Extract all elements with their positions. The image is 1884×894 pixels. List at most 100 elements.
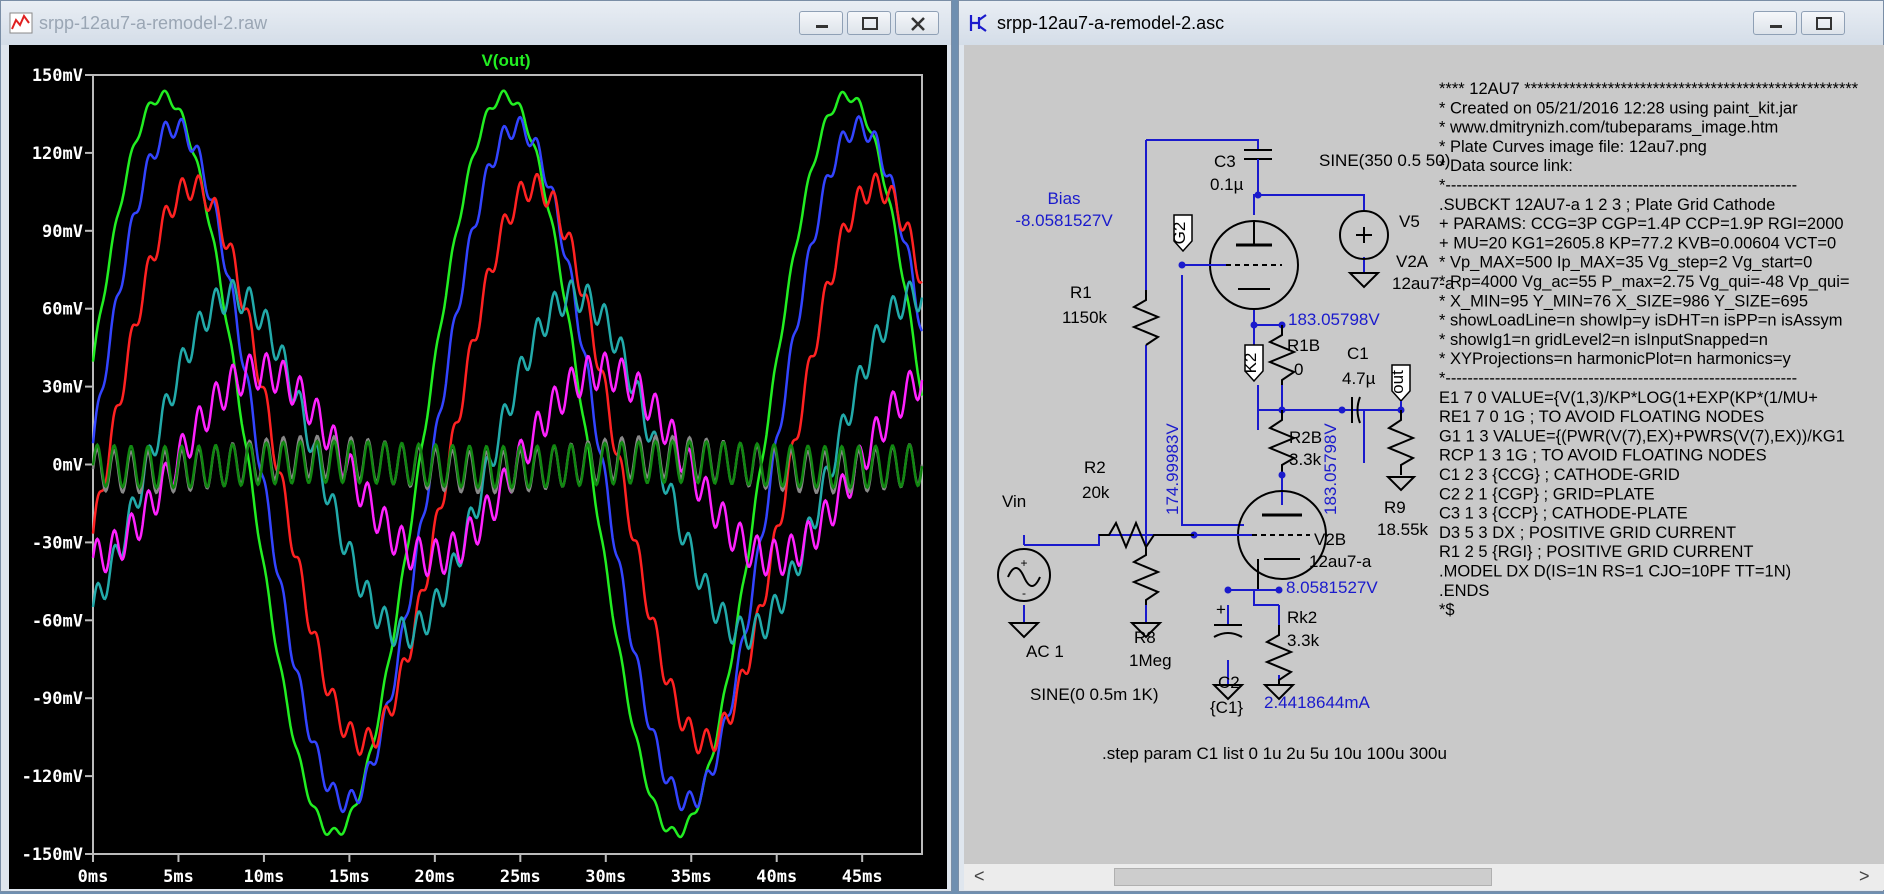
spice-line: RCP 1 3 1G ; TO AVOID FLOATING NODES: [1439, 447, 1767, 465]
out-net-label[interactable]: out: [1388, 364, 1411, 410]
v2a-tube[interactable]: [1182, 220, 1299, 310]
c3-capacitor[interactable]: [1244, 149, 1272, 168]
spice-line: * Plate Curves image file: 12au7.png: [1439, 138, 1707, 156]
spice-line: * showLoadLine=n showIp=y isDHT=n isPP=n…: [1439, 312, 1843, 330]
node-voltage-plate[interactable]: 183.05798V: [1288, 310, 1380, 329]
v5-source[interactable]: [1339, 210, 1389, 289]
k2-net-label[interactable]: K2: [1241, 344, 1264, 383]
schematic-titlebar[interactable]: srpp-12au7-a-remodel-2.asc: [959, 1, 1883, 45]
schematic-window[interactable]: srpp-12au7-a-remodel-2.asc G2 K2 out + -…: [958, 0, 1884, 892]
x-tick-label: 5ms: [163, 867, 194, 887]
scroll-left-icon[interactable]: <: [974, 866, 985, 887]
rk2-value: 3.3k: [1287, 631, 1320, 650]
vin-source[interactable]: + -: [997, 548, 1051, 639]
vin-ac-directive[interactable]: AC 1: [1026, 642, 1064, 661]
maximize-icon: [862, 17, 878, 30]
rk2-name: Rk2: [1287, 608, 1317, 627]
r8-resistor[interactable]: [1131, 545, 1161, 605]
schematic-window-title: srpp-12au7-a-remodel-2.asc: [997, 13, 1225, 33]
x-tick-label: 15ms: [329, 867, 370, 887]
spice-line: * Vp_MAX=500 Ip_MAX=35 Vg_step=2 Vg_star…: [1439, 254, 1812, 272]
vin-sine-directive[interactable]: SINE(0 0.5m 1K): [1030, 685, 1159, 704]
x-tick-label: 0ms: [78, 867, 109, 887]
plot-window[interactable]: srpp-12au7-a-remodel-2.raw V(out) 150mV 1…: [0, 0, 952, 892]
node-voltage-mid[interactable]: 183.05798V: [1321, 423, 1340, 515]
spice-line: RE1 7 0 1G ; TO AVOID FLOATING NODES: [1439, 408, 1764, 426]
x-tick-label: 25ms: [500, 867, 541, 887]
spice-line: * www.dmitrynizh.com/tubeparams_image.ht…: [1439, 119, 1778, 137]
minimize-icon: [1770, 25, 1782, 28]
bias-value[interactable]: -8.0581527V: [1015, 211, 1113, 230]
node-voltage-cathode[interactable]: 8.0581527V: [1286, 578, 1378, 597]
y-tick-label: -150mV: [22, 845, 83, 865]
r8-name: R8: [1134, 628, 1156, 647]
r1b-value: 0: [1294, 360, 1303, 379]
svg-text:out: out: [1388, 370, 1407, 394]
scroll-right-icon[interactable]: >: [1859, 866, 1870, 887]
spice-line: D3 5 3 DX ; POSITIVE GRID CURRENT: [1439, 524, 1736, 542]
trace-label[interactable]: V(out): [481, 51, 530, 70]
node-voltage-grid[interactable]: 174.99983V: [1163, 423, 1182, 515]
r1-resistor[interactable]: [1131, 290, 1161, 346]
svg-text:G2: G2: [1170, 222, 1189, 245]
close-button[interactable]: [895, 11, 939, 35]
spice-line: E1 7 0 VALUE={V(1,3)/KP*LOG(1+EXP(KP*(1/…: [1439, 389, 1818, 407]
spice-line: *---------------------------------------…: [1439, 177, 1797, 195]
r1b-resistor[interactable]: [1267, 325, 1297, 385]
spice-line: * XYProjections=n harmonicPlot=n harmoni…: [1439, 350, 1791, 368]
plot-area[interactable]: V(out) 150mV 120mV 90mV 60mV 30mV 0mV -30mV -60…: [9, 45, 947, 889]
x-tick-label: 45ms: [842, 867, 883, 887]
maximize-button[interactable]: [847, 11, 891, 35]
current-readout[interactable]: 2.4418644mA: [1264, 693, 1371, 712]
v5-sine-directive[interactable]: SINE(350 0.5 50): [1319, 151, 1450, 170]
spice-line: + MU=20 KG1=2605.8 KP=77.2 KVB=0.00604 V…: [1439, 234, 1836, 252]
ground-icon: [1385, 476, 1417, 492]
y-tick-label: 120mV: [32, 144, 83, 164]
c2-name: C2: [1218, 673, 1240, 692]
spice-line: G1 1 3 VALUE={(PWR(V(7),EX)+PWRS(V(7),EX…: [1439, 427, 1845, 445]
step-directive[interactable]: .step param C1 list 0 1u 2u 5u 10u 100u …: [1102, 744, 1447, 763]
spice-line: *---------------------------------------…: [1439, 370, 1797, 388]
x-tick-label: 10ms: [243, 867, 284, 887]
svg-text:+: +: [1020, 556, 1027, 570]
minimize-button[interactable]: [799, 11, 843, 35]
v2a-name: V2A: [1396, 252, 1429, 271]
schem-minimize-button[interactable]: [1753, 11, 1797, 35]
c3-name: C3: [1214, 152, 1236, 171]
r9-resistor[interactable]: [1386, 410, 1416, 475]
spice-line: * Data source link:: [1439, 157, 1573, 175]
spice-line: * X_MIN=95 Y_MIN=76 X_SIZE=986 Y_SIZE=69…: [1439, 292, 1808, 310]
x-tick-label: 30ms: [585, 867, 626, 887]
c1-value: 4.7µ: [1342, 369, 1376, 388]
spice-line: C2 2 1 {CGP} ; GRID=PLATE: [1439, 485, 1655, 503]
spice-line: .MODEL DX D(IS=1N RS=1 CJO=10PF TT=1N): [1439, 563, 1791, 581]
schematic-canvas[interactable]: G2 K2 out + - + Bias -8.0581527V C3 0.1µ…: [964, 45, 1884, 863]
g2-net-label[interactable]: G2: [1170, 214, 1193, 253]
v2b-model: 12au7-a: [1309, 552, 1372, 571]
bias-label[interactable]: Bias: [1047, 189, 1080, 208]
c3-value: 0.1µ: [1210, 175, 1244, 194]
x-tick-label: 20ms: [414, 867, 455, 887]
spice-line: **** 12AU7 *****************************…: [1439, 80, 1859, 98]
scroll-thumb[interactable]: [1114, 868, 1492, 886]
horizontal-scrollbar[interactable]: < >: [964, 863, 1884, 890]
y-tick-label: -90mV: [32, 689, 83, 709]
r8-value: 1Meg: [1129, 651, 1172, 670]
waveform-viewer-icon: [9, 12, 33, 34]
r1-value: 1150k: [1062, 308, 1108, 327]
schem-maximize-button[interactable]: [1801, 11, 1845, 35]
v2b-tube[interactable]: [1194, 490, 1327, 590]
waveform-chart[interactable]: V(out) 150mV 120mV 90mV 60mV 30mV 0mV -30mV -60…: [9, 45, 947, 889]
r9-name: R9: [1384, 498, 1406, 517]
spice-line: .SUBCKT 12AU7-a 1 2 3 ; Plate Grid Catho…: [1439, 196, 1775, 214]
spice-model-text[interactable]: **** 12AU7 *****************************…: [1439, 80, 1859, 619]
r9-value: 18.55k: [1377, 520, 1429, 539]
plot-titlebar[interactable]: srpp-12au7-a-remodel-2.raw: [1, 1, 951, 45]
spice-line: .ENDS: [1439, 582, 1489, 600]
spice-line: *$: [1439, 601, 1455, 619]
y-tick-label: 150mV: [32, 66, 83, 86]
spice-line: C3 1 3 {CCP} ; CATHODE-PLATE: [1439, 505, 1688, 523]
v5-name: V5: [1399, 212, 1420, 231]
y-tick-label: 60mV: [42, 300, 83, 320]
y-tick-label: 30mV: [42, 378, 83, 398]
